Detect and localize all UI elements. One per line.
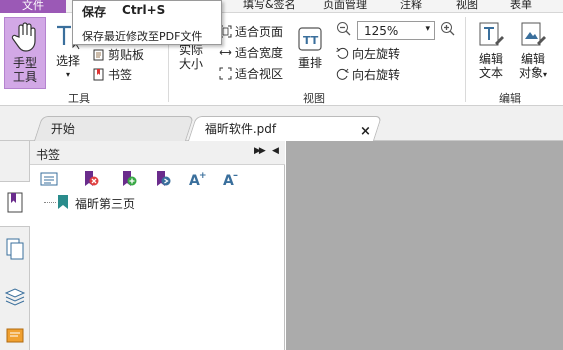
edit-text-icon [479,22,504,46]
tree-connector [44,202,56,203]
go-to-bookmark-icon[interactable] [154,170,172,188]
tooltip-shortcut: Ctrl+S [122,3,166,17]
zoom-out-icon[interactable] [336,21,352,37]
fit-visible-label: 适合视区 [235,66,284,81]
zoom-value: 125% [364,24,399,38]
bookmark-tree: 福昕第三页 [30,193,285,223]
hand-icon [11,22,36,52]
menu-page-management[interactable]: 页面管理 [323,0,367,13]
edit-object-label-2-row: 对象▾ [512,66,554,82]
clipboard-button[interactable]: 剪贴板 [92,45,144,63]
chevron-down-icon: ▾ [65,70,70,79]
tooltip-description: 保存最近修改至PDF文件 [82,30,203,43]
increase-font-icon[interactable]: A + [188,170,206,188]
reflow-icon: TT [298,27,322,51]
zoom-in-icon[interactable] [440,21,456,37]
edit-object-button[interactable]: 编辑 对象▾ [512,21,554,87]
chevron-down-icon: ▾ [543,70,548,79]
bookmark-item-icon [58,195,68,209]
fit-width-label: 适合宽度 [235,45,284,60]
menu-view[interactable]: 视图 [456,0,478,13]
svg-text:–: – [233,170,238,181]
rotate-left-label: 向左旋转 [352,46,401,61]
tab-document-label: 福昕软件.pdf [204,122,277,136]
tab-document[interactable]: 福昕软件.pdf [187,116,383,141]
hand-tool-label-2: 工具 [12,70,37,84]
zoom-select[interactable]: 125% ▾ [357,21,435,40]
side-panel-strip [0,141,31,350]
actual-size-label-2: 大小 [178,57,203,71]
pages-panel-icon[interactable] [4,237,26,261]
select-label: 选择 [55,54,80,68]
file-menu[interactable]: 文件 [0,0,66,13]
fit-page-button[interactable]: 适合页面 [219,22,283,40]
tools-group-label: 工具 [68,92,90,105]
tooltip-title: 保存 [82,5,107,19]
tab-start-label: 开始 [50,122,75,136]
chevron-down-icon: ▾ [425,24,430,34]
fit-page-label: 适合页面 [235,24,284,39]
bookmark-button[interactable]: 书签 [92,65,132,83]
edit-object-label-2: 对象 [518,66,543,80]
edit-text-button[interactable]: 编辑 文本 [473,21,509,87]
bookmark-options-icon[interactable] [40,170,58,188]
rotate-right-icon [336,68,349,80]
menu-comment[interactable]: 注释 [400,0,422,13]
bookmarks-panel-title: 书签 [36,148,61,162]
hand-tool-label-1: 手型 [12,56,37,70]
edit-text-label-2: 文本 [478,66,503,80]
close-icon[interactable]: × [360,124,371,139]
add-bookmark-icon[interactable] [120,170,138,188]
panel-collapse-icon[interactable]: ◀ [272,146,279,156]
ribbon-separator [465,17,466,102]
fit-visible-icon [219,67,232,79]
fit-width-icon [219,49,232,55]
bookmark-panel-icon[interactable] [4,191,26,215]
edit-object-label-1: 编辑 [520,52,545,66]
delete-bookmark-icon[interactable] [82,170,100,188]
fit-width-button[interactable]: 适合宽度 [219,43,283,61]
hand-tool-button[interactable]: 手型 工具 [4,17,46,89]
edit-text-label-1: 编辑 [478,52,503,66]
panel-expand-icon[interactable]: ▶▶ [254,146,266,156]
comments-panel-icon[interactable] [4,326,26,350]
reflow-button[interactable]: TT 重排 [294,25,326,87]
document-tab-bar: 开始 福昕软件.pdf [0,106,563,141]
actual-size-label-1: 实际 [178,43,203,57]
layers-panel-icon[interactable] [4,283,26,307]
svg-text:+: + [199,171,206,181]
rotate-right-button[interactable]: 向右旋转 [336,65,400,83]
rotate-left-button[interactable]: 向左旋转 [336,44,400,62]
edit-group-label: 编辑 [499,92,521,105]
rotate-right-label: 向右旋转 [352,67,401,82]
fit-visible-button[interactable]: 适合视区 [219,64,283,82]
svg-text:TT: TT [303,34,319,47]
reflow-label: 重排 [297,56,322,70]
menu-form[interactable]: 表单 [510,0,532,13]
document-view[interactable] [286,141,563,350]
menu-fill-sign[interactable]: 填写&签名 [243,0,296,13]
clipboard-label: 剪贴板 [108,47,145,62]
list-item[interactable]: 福昕第三页 [75,195,136,212]
save-tooltip: 保存 Ctrl+S 保存最近修改至PDF文件 [72,0,222,45]
bookmarks-panel: 书签 ▶▶ ◀ A + A – 福昕第三页 [30,141,285,350]
bookmark-label: 书签 [108,67,133,82]
rotate-left-icon [336,47,349,59]
bookmarks-panel-header: 书签 ▶▶ ◀ [30,141,285,165]
clipboard-icon [93,49,104,60]
view-group-label: 视图 [303,92,325,105]
tab-start[interactable]: 开始 [33,116,195,141]
decrease-font-icon[interactable]: A – [222,170,240,188]
bookmark-icon [93,68,104,80]
edit-object-icon [521,22,546,46]
